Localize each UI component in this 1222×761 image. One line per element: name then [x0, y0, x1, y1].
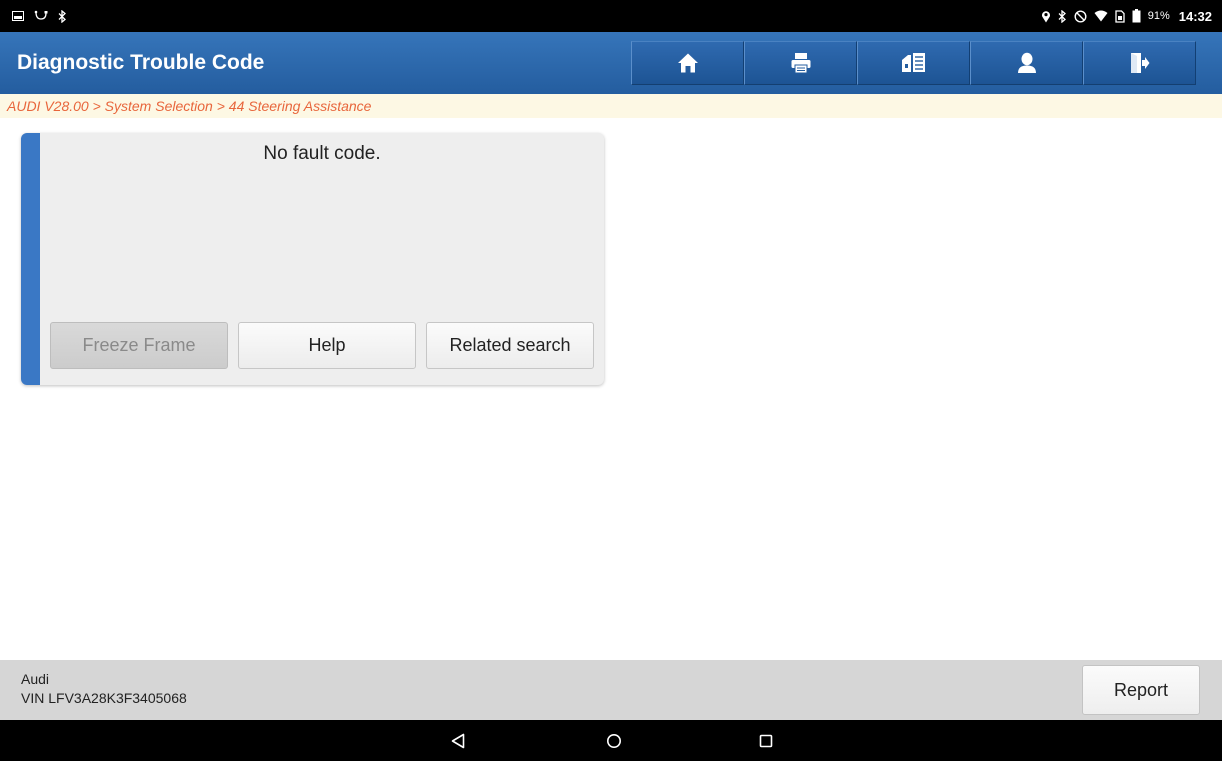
status-right-icons: 91% 14:32 [1041, 9, 1212, 24]
bluetooth-icon [58, 9, 67, 23]
usb-debug-icon [34, 10, 48, 22]
bluetooth-icon [1058, 9, 1067, 23]
help-button[interactable]: Help [238, 322, 416, 369]
status-bar: 91% 14:32 [0, 0, 1222, 32]
status-left-icons [12, 9, 67, 23]
back-icon [451, 733, 465, 748]
user-button[interactable] [970, 41, 1083, 85]
wifi-icon [1094, 10, 1108, 22]
vehicle-info-bar: Audi VIN LFV3A28K3F3405068 Report [0, 660, 1222, 720]
exit-button[interactable] [1083, 41, 1196, 85]
recents-icon [759, 734, 773, 747]
screen: 91% 14:32 Diagnostic Trouble Code AUDI V… [0, 0, 1222, 761]
printer-icon [791, 53, 810, 74]
related-search-button[interactable]: Related search [426, 322, 594, 369]
nav-bar [0, 720, 1222, 761]
freeze-frame-button[interactable]: Freeze Frame [50, 322, 228, 369]
nav-recents-button[interactable] [736, 720, 796, 761]
home-button[interactable] [631, 41, 744, 85]
exit-icon [1130, 53, 1149, 73]
breadcrumb: AUDI V28.00 > System Selection > 44 Stee… [0, 94, 1222, 118]
app-header: Diagnostic Trouble Code [0, 32, 1222, 94]
battery-icon [1132, 9, 1141, 23]
do-not-disturb-icon [1074, 9, 1087, 23]
battery-percent: 91% [1147, 10, 1170, 22]
nav-back-button[interactable] [428, 720, 488, 761]
status-time: 14:32 [1178, 8, 1212, 24]
card-accent-bar [21, 133, 40, 385]
dtc-card: No fault code. Freeze Frame Help Related… [21, 133, 604, 385]
home-circle-icon [607, 733, 621, 748]
print-button[interactable] [744, 41, 857, 85]
gallery-notification-icon [12, 11, 24, 21]
vehicle-make: Audi [21, 671, 50, 687]
vehicle-vin: VIN LFV3A28K3F3405068 [21, 690, 187, 706]
user-icon [1017, 52, 1036, 73]
toolbar [631, 41, 1196, 85]
location-icon [1041, 10, 1051, 23]
dtc-message: No fault code. [263, 143, 381, 164]
data-button[interactable] [857, 41, 970, 85]
report-button[interactable]: Report [1082, 665, 1200, 715]
page-title: Diagnostic Trouble Code [17, 51, 265, 74]
nav-home-button[interactable] [584, 720, 644, 761]
data-edit-icon [901, 53, 925, 72]
sim-icon [1115, 9, 1125, 23]
home-icon [677, 53, 698, 73]
